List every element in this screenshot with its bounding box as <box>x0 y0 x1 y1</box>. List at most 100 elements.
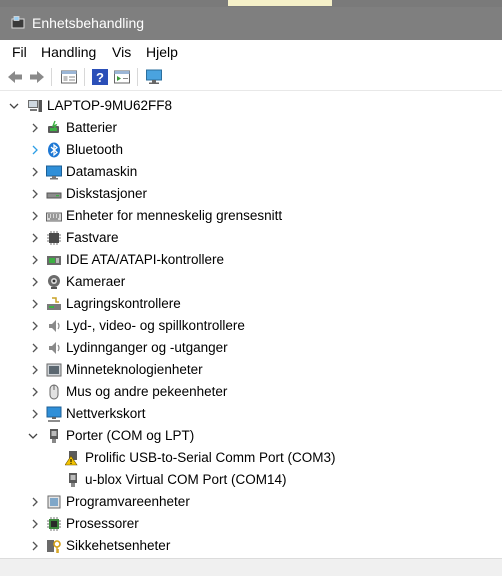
menu-hjelp[interactable]: Hjelp <box>146 44 178 60</box>
tree-item-prosessorer[interactable]: Prosessorer <box>0 513 502 535</box>
tree-item-fastvare[interactable]: Fastvare <box>0 227 502 249</box>
toolbar-separator <box>137 68 138 86</box>
ide-controller-icon <box>47 256 61 265</box>
chevron-right-icon[interactable] <box>29 517 41 531</box>
tree-item-batterier[interactable]: Batterier <box>0 117 502 139</box>
menu-handling[interactable]: Handling <box>41 44 96 60</box>
chevron-right-icon[interactable] <box>29 495 41 509</box>
run-action-icon[interactable] <box>113 68 131 86</box>
tree-item-label: Prolific USB-to-Serial Comm Port (COM3) <box>85 450 336 465</box>
tree-item-label: Diskstasjoner <box>66 186 148 201</box>
tree-item-label: Kameraer <box>66 274 126 289</box>
tree-child-prolific[interactable]: Prolific USB-to-Serial Comm Port (COM3) <box>0 447 502 469</box>
tree-item-minneteknologi[interactable]: Minneteknologienheter <box>0 359 502 381</box>
tree-item-label: u-blox Virtual COM Port (COM14) <box>85 472 287 487</box>
tree-root-label: LAPTOP-9MU62FF8 <box>47 98 173 113</box>
menu-bar: Fil Handling Vis Hjelp <box>0 40 502 64</box>
software-device-icon <box>47 495 61 509</box>
tree-item-sikkehetsenheter[interactable]: Sikkehetsenheter <box>0 535 502 557</box>
chevron-right-icon[interactable] <box>29 143 41 157</box>
chevron-right-icon[interactable] <box>29 539 41 553</box>
chevron-down-icon[interactable] <box>27 429 39 443</box>
processor-icon <box>47 517 61 531</box>
tree-item-mus[interactable]: Mus og andre pekeenheter <box>0 381 502 403</box>
tree-item-lyd-video-spill[interactable]: Lyd-, video- og spillkontrollere <box>0 315 502 337</box>
tree-child-ublox[interactable]: u-blox Virtual COM Port (COM14) <box>0 469 502 491</box>
mouse-icon <box>49 384 59 400</box>
chevron-right-icon[interactable] <box>29 165 41 179</box>
chevron-right-icon[interactable] <box>29 231 41 245</box>
device-manager-icon <box>11 16 25 29</box>
tree-item-programvareenheter[interactable]: Programvareenheter <box>0 491 502 513</box>
properties-sheet-icon[interactable] <box>60 68 78 86</box>
tree-item-label: Bluetooth <box>66 142 124 157</box>
tree-item-porter[interactable]: Porter (COM og LPT) <box>0 425 502 447</box>
chevron-right-icon[interactable] <box>29 253 41 267</box>
tree-item-label: Datamaskin <box>66 164 138 179</box>
chevron-right-icon[interactable] <box>29 297 41 311</box>
status-bar <box>0 558 502 576</box>
chevron-right-icon[interactable] <box>29 121 41 135</box>
title-bar: Enhetsbehandling <box>0 0 502 40</box>
memory-icon <box>46 363 62 377</box>
tree-item-kameraer[interactable]: Kameraer <box>0 271 502 293</box>
chevron-right-icon[interactable] <box>29 341 41 355</box>
disk-drive-icon <box>46 192 62 199</box>
warning-port-icon <box>65 451 78 466</box>
chevron-right-icon[interactable] <box>29 363 41 377</box>
tree-item-label: Lyd-, video- og spillkontrollere <box>66 318 245 333</box>
port-icon <box>69 473 77 487</box>
window-title: Enhetsbehandling <box>32 15 145 31</box>
tree-item-label: Batterier <box>66 120 118 135</box>
tree-item-datamaskin[interactable]: Datamaskin <box>0 161 502 183</box>
tree-item-label: Programvareenheter <box>66 494 190 509</box>
network-adapter-icon <box>46 406 62 422</box>
menu-vis[interactable]: Vis <box>112 44 131 60</box>
security-key-icon <box>47 540 61 553</box>
port-icon <box>50 429 58 443</box>
tree-item-label: Fastvare <box>66 230 119 245</box>
speaker-icon <box>49 320 60 332</box>
bluetooth-icon <box>48 142 60 158</box>
svg-text:?: ? <box>96 70 104 85</box>
tree-item-label: Porter (COM og LPT) <box>66 428 195 443</box>
tree-item-hid[interactable]: Enheter for menneskelig grensesnitt <box>0 205 502 227</box>
forward-arrow-icon[interactable] <box>28 68 46 86</box>
tree-item-label: Minneteknologienheter <box>66 362 203 377</box>
background-tab-strip <box>228 0 332 6</box>
tree-item-label: Mus og andre pekeenheter <box>66 384 228 399</box>
toolbar-separator <box>51 68 52 86</box>
device-tree[interactable]: LAPTOP-9MU62FF8 Batterier Bluetooth Data… <box>0 95 502 558</box>
tree-item-label: Enheter for menneskelig grensesnitt <box>66 208 283 223</box>
toolbar-separator <box>84 68 85 86</box>
chevron-right-icon[interactable] <box>29 385 41 399</box>
tree-item-label: Lydinnganger og -utganger <box>66 340 228 355</box>
chevron-right-icon[interactable] <box>29 209 41 223</box>
tree-item-lagringskontrollere[interactable]: Lagringskontrollere <box>0 293 502 315</box>
toolbar: ? <box>0 64 502 91</box>
tree-item-label: Prosessorer <box>66 516 139 531</box>
chevron-right-icon[interactable] <box>29 319 41 333</box>
speaker-icon <box>49 342 60 354</box>
chevron-down-icon[interactable] <box>8 99 20 113</box>
chevron-right-icon[interactable] <box>29 187 41 201</box>
tree-item-ide[interactable]: IDE ATA/ATAPI-kontrollere <box>0 249 502 271</box>
monitor-scan-icon[interactable] <box>145 68 163 86</box>
menu-fil[interactable]: Fil <box>12 44 27 60</box>
storage-controller-icon <box>47 297 61 310</box>
back-arrow-icon[interactable] <box>6 68 24 86</box>
help-icon[interactable]: ? <box>91 68 109 86</box>
chevron-right-icon[interactable] <box>29 407 41 421</box>
computer-icon <box>28 100 42 112</box>
tree-item-label: Sikkehetsenheter <box>66 538 171 553</box>
camera-icon <box>48 275 60 289</box>
tree-item-lydinnganger[interactable]: Lydinnganger og -utganger <box>0 337 502 359</box>
tree-item-diskstasjoner[interactable]: Diskstasjoner <box>0 183 502 205</box>
tree-item-nettverkskort[interactable]: Nettverkskort <box>0 403 502 425</box>
chip-icon <box>47 231 61 245</box>
tree-item-bluetooth[interactable]: Bluetooth <box>0 139 502 161</box>
tree-item-label: Lagringskontrollere <box>66 296 181 311</box>
battery-icon <box>48 120 59 133</box>
chevron-right-icon[interactable] <box>29 275 41 289</box>
tree-root[interactable]: LAPTOP-9MU62FF8 <box>0 95 502 117</box>
